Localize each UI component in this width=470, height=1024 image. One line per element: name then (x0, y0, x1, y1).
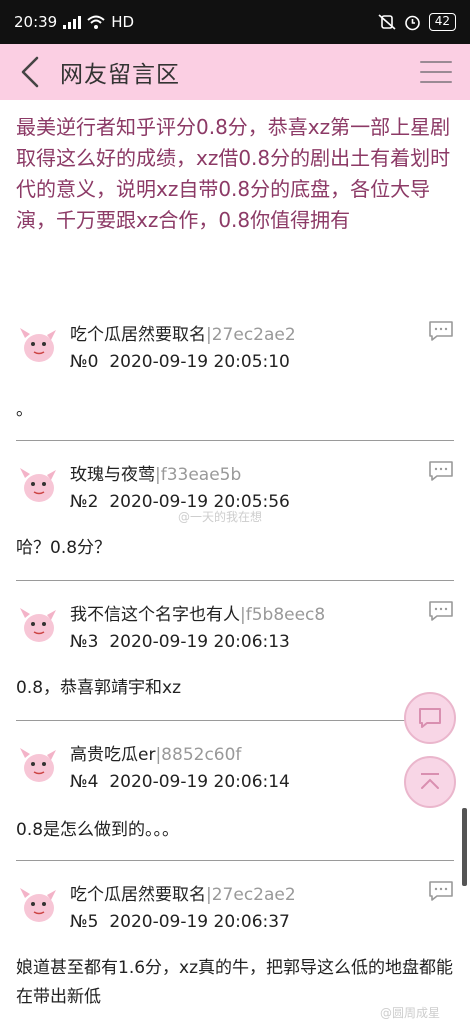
comment-hash: |27ec2ae2 (206, 885, 296, 905)
comment-bubble-icon[interactable] (428, 600, 454, 622)
comment-datetime: 2020-09-19 20:06:37 (109, 912, 290, 932)
comment-datetime: 2020-09-19 20:06:13 (109, 632, 290, 652)
comment-bubble-icon[interactable] (428, 880, 454, 902)
comment-datetime: 2020-09-19 20:05:10 (109, 352, 290, 372)
avatar-icon (20, 748, 56, 782)
comment-body: 。 (16, 400, 33, 420)
avatar-icon (20, 608, 56, 642)
app-header: 网友留言区 (0, 44, 470, 100)
signal-icon (63, 16, 82, 29)
chat-icon (419, 708, 441, 728)
comment-hash: |f33eae5b (155, 465, 242, 485)
reply-fab-button[interactable] (404, 692, 456, 744)
avatar-icon (20, 328, 56, 362)
watermark: @一天的我在想 (178, 510, 263, 524)
comment-number: №5 (70, 912, 99, 932)
comment-bubble-icon[interactable] (428, 460, 454, 482)
page-title: 网友留言区 (60, 62, 180, 88)
comment-hash: |8852c60f (155, 745, 242, 765)
status-bar: 20:39 HD 42 (0, 0, 470, 44)
divider (16, 860, 454, 861)
comment-author: 吃个瓜居然要取名 (70, 885, 206, 905)
divider (16, 580, 454, 581)
back-arrow-icon (21, 56, 39, 88)
divider (16, 440, 454, 441)
comment-hash: |f5b8eec8 (240, 605, 326, 625)
comment-number: №2 (70, 492, 99, 512)
comment-number: №4 (70, 772, 99, 792)
comment-author: 高贵吃瓜er (70, 745, 156, 765)
comment-datetime: 2020-09-19 20:06:14 (109, 772, 290, 792)
comment-author: 吃个瓜居然要取名 (70, 325, 206, 345)
comment-hash: |27ec2ae2 (206, 325, 296, 345)
alarm-icon (404, 15, 420, 30)
comment-author: 玫瑰与夜莺 (70, 465, 155, 485)
divider (16, 720, 454, 721)
wifi-icon (87, 15, 105, 29)
comment-body: 0.8，恭喜郭靖宇和xz (16, 678, 182, 698)
avatar-icon (20, 468, 56, 502)
comment-body: 哈？0.8分？ (16, 538, 112, 558)
network-label: HD (111, 13, 135, 31)
comment-number: №3 (70, 632, 99, 652)
back-button[interactable] (0, 44, 60, 100)
menu-button[interactable] (420, 58, 452, 86)
scrollbar[interactable] (462, 808, 467, 886)
comment-body: 0.8是怎么做到的。。。 (16, 820, 180, 840)
scroll-top-icon (421, 773, 439, 789)
avatar-icon (20, 888, 56, 922)
comment-number: №0 (70, 352, 99, 372)
vibrate-mute-icon (378, 14, 396, 30)
comment-bubble-icon[interactable] (428, 320, 454, 342)
post-content: 最美逆行者知乎评分0.8分，恭喜xz第一部上星剧取得这么好的成绩，xz借0.8分… (16, 115, 451, 232)
watermark: @圆周成星 (380, 1006, 441, 1020)
battery-indicator: 42 (428, 13, 456, 31)
scroll-top-fab-button[interactable] (404, 756, 456, 808)
status-time: 20:39 (14, 13, 58, 31)
comment-author: 我不信这个名字也有人 (70, 605, 240, 625)
menu-icon (420, 61, 452, 63)
